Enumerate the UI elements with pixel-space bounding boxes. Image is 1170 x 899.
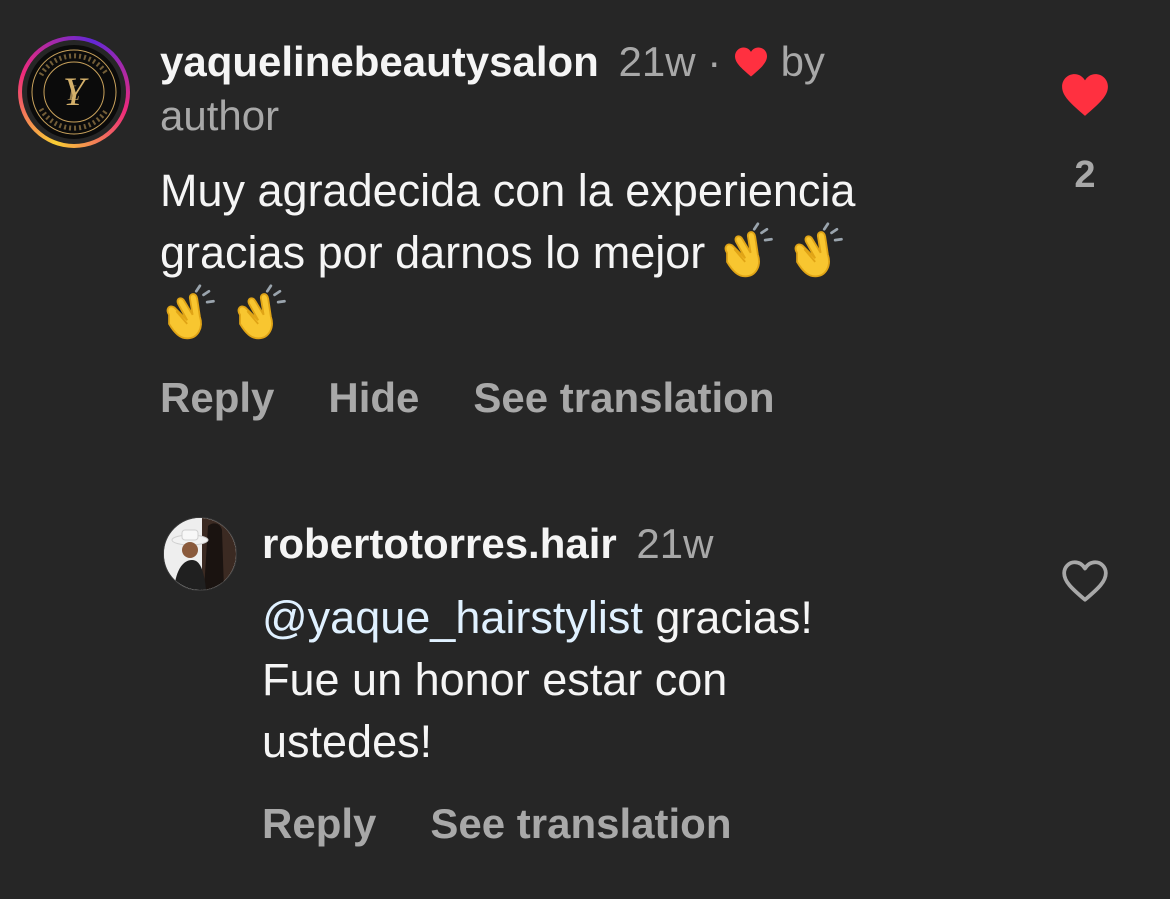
avatar[interactable]: [163, 517, 237, 591]
avatar-story-ring[interactable]: Y L: [18, 36, 130, 148]
separator: ·: [707, 38, 722, 85]
hide-button[interactable]: Hide: [328, 374, 419, 422]
comment-header: robertotorres.hair 21w: [262, 517, 713, 571]
comment-text-line: Muy agradecida con la experiencia: [160, 165, 856, 216]
comment-text: Muy agradecida con la experiencia gracia…: [160, 160, 855, 346]
username[interactable]: robertotorres.hair: [262, 520, 617, 567]
mention-link[interactable]: @yaque_hairstylist: [262, 592, 643, 643]
like-count[interactable]: 2: [1055, 154, 1115, 197]
comment-text-line: @yaque_hairstylist gracias!: [262, 592, 813, 643]
comment-text-line: Fue un honor estar con: [262, 654, 728, 705]
liked-by-label: by: [780, 38, 825, 85]
like-button[interactable]: [1055, 558, 1115, 609]
clapping-hands-icon: [237, 284, 286, 340]
reply-button[interactable]: Reply: [262, 800, 376, 848]
svg-text:L: L: [67, 80, 80, 105]
clapping-hands-icon: [166, 284, 215, 340]
timestamp[interactable]: 21w: [618, 38, 695, 85]
username[interactable]: yaquelinebeautysalon: [160, 38, 599, 85]
see-translation-button[interactable]: See translation: [430, 800, 731, 848]
clapping-hands-icon: [795, 222, 844, 278]
reply-button[interactable]: Reply: [160, 374, 274, 422]
like-button[interactable]: [1055, 72, 1115, 123]
see-translation-button[interactable]: See translation: [473, 374, 774, 422]
comment-text: @yaque_hairstylist gracias! Fue un honor…: [262, 587, 813, 773]
liked-by-author-heart-icon: [734, 47, 767, 77]
avatar: Y L: [27, 45, 121, 139]
comment-text-line: ustedes!: [262, 716, 433, 767]
comment-text-line-with-emoji: gracias por darnos lo mejor: [160, 222, 855, 284]
heart-outline-icon: [1062, 560, 1108, 602]
comment-emoji-line: [160, 284, 855, 346]
comment-actions: Reply Hide See translation: [160, 374, 775, 422]
heart-filled-icon: [1062, 74, 1108, 116]
profile-photo-icon: [164, 518, 236, 590]
salon-logo-icon: Y L: [31, 49, 117, 135]
clapping-hands-icon: [724, 222, 773, 278]
comment-header: yaquelinebeautysalon 21w · by author: [160, 35, 825, 143]
comment-actions: Reply See translation: [262, 800, 731, 848]
timestamp[interactable]: 21w: [636, 520, 713, 567]
liked-by-author-label: author: [160, 92, 280, 139]
